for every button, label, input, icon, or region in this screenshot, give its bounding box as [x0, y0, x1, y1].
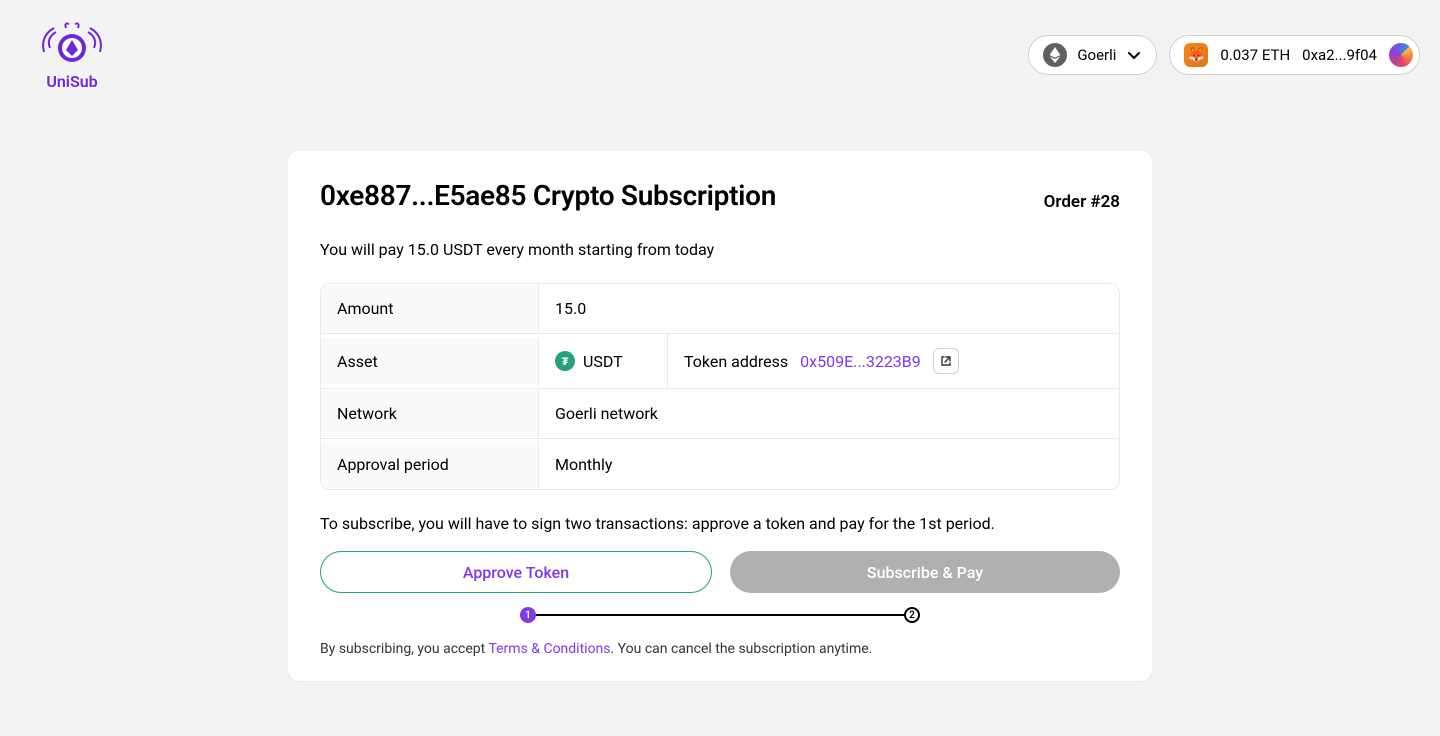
value-network: Goerli network	[539, 390, 1119, 437]
network-selector[interactable]: Goerli	[1028, 35, 1157, 75]
logo-icon	[36, 18, 108, 70]
chevron-down-icon	[1126, 47, 1142, 63]
logo[interactable]: UniSub	[36, 18, 108, 91]
subscribe-pay-button[interactable]: Subscribe & Pay	[730, 551, 1120, 593]
token-address-link[interactable]: 0x509E...3223B9	[800, 352, 921, 371]
label-amount: Amount	[321, 285, 539, 332]
terms-prefix: By subscribing, you accept	[320, 641, 488, 657]
header: UniSub Goerli 🦊 0.037 ETH 0xa2...9f04	[0, 0, 1440, 91]
wallet-pill[interactable]: 🦊 0.037 ETH 0xa2...9f04	[1169, 35, 1420, 75]
terms-text: By subscribing, you accept Terms & Condi…	[320, 641, 1120, 657]
ethereum-icon	[1043, 43, 1067, 67]
value-amount: 15.0	[539, 285, 1119, 332]
wallet-address: 0xa2...9f04	[1302, 46, 1377, 64]
transaction-note: To subscribe, you will have to sign two …	[320, 514, 1120, 533]
external-link-button[interactable]	[933, 348, 959, 374]
order-number: Order #28	[1044, 192, 1120, 212]
subtitle: You will pay 15.0 USDT every month start…	[320, 240, 1120, 259]
row-asset: Asset ₮ USDT Token address 0x509E...3223…	[321, 334, 1119, 389]
label-network: Network	[321, 390, 539, 437]
value-asset: ₮ USDT	[539, 337, 667, 385]
page-title: 0xe887...E5ae85 Crypto Subscription	[320, 179, 776, 212]
metamask-icon: 🦊	[1184, 43, 1208, 67]
token-address-block: Token address 0x509E...3223B9	[667, 334, 975, 388]
network-label: Goerli	[1077, 46, 1116, 64]
card-header: 0xe887...E5ae85 Crypto Subscription Orde…	[320, 179, 1120, 212]
usdt-icon: ₮	[555, 351, 575, 371]
row-period: Approval period Monthly	[321, 439, 1119, 489]
value-period: Monthly	[539, 441, 1119, 488]
asset-symbol: USDT	[583, 352, 623, 371]
approve-token-button[interactable]: Approve Token	[320, 551, 712, 593]
step-indicator: 1 2	[528, 607, 912, 623]
label-asset: Asset	[321, 338, 539, 385]
external-link-icon	[940, 355, 952, 367]
terms-link[interactable]: Terms & Conditions	[488, 641, 610, 657]
wallet-balance: 0.037 ETH	[1220, 46, 1290, 64]
row-amount: Amount 15.0	[321, 284, 1119, 334]
label-period: Approval period	[321, 441, 539, 488]
button-row: Approve Token Subscribe & Pay	[320, 551, 1120, 593]
subscription-card: 0xe887...E5ae85 Crypto Subscription Orde…	[288, 151, 1152, 681]
stepper-line	[528, 614, 912, 616]
step-2: 2	[904, 607, 920, 623]
token-address-label: Token address	[684, 352, 788, 371]
row-network: Network Goerli network	[321, 389, 1119, 439]
terms-suffix: . You can cancel the subscription anytim…	[611, 641, 873, 657]
avatar-icon	[1389, 43, 1413, 67]
logo-text: UniSub	[46, 72, 97, 91]
step-1: 1	[520, 607, 536, 623]
header-right: Goerli 🦊 0.037 ETH 0xa2...9f04	[1028, 35, 1420, 75]
details-table: Amount 15.0 Asset ₮ USDT Token address 0…	[320, 283, 1120, 490]
